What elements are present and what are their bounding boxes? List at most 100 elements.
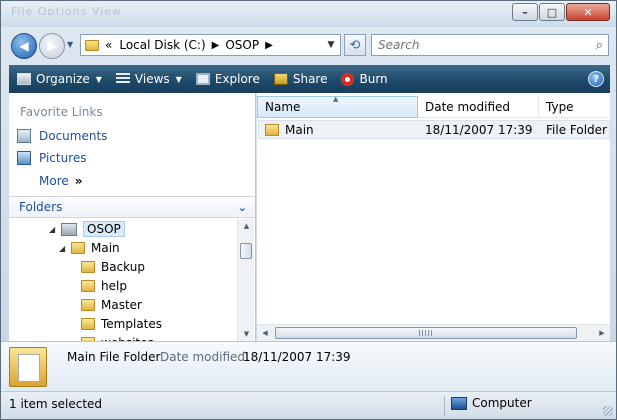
favorite-link-label: Documents — [39, 129, 108, 143]
breadcrumb-chevron-icon[interactable]: ▶ — [265, 40, 273, 51]
organize-icon — [17, 73, 31, 85]
tree-item-main[interactable]: ◢ Main — [59, 239, 120, 257]
expand-arrow-icon[interactable]: ◢ — [49, 225, 59, 234]
folder-icon — [81, 299, 95, 311]
share-label: Share — [292, 72, 328, 86]
selection-count: 1 item selected — [9, 397, 103, 411]
views-button[interactable]: Views ▼ — [115, 72, 182, 86]
details-name: Main File Folder — [67, 350, 161, 364]
details-date-value: 18/11/2007 17:39 — [243, 350, 351, 364]
maximize-button[interactable]: □ — [539, 3, 565, 21]
breadcrumb-overflow[interactable]: « — [105, 38, 112, 52]
favorite-link-label: Pictures — [39, 151, 87, 165]
status-divider — [444, 396, 445, 416]
help-button[interactable]: ? — [588, 71, 604, 87]
more-label: More — [39, 174, 69, 188]
search-icon[interactable]: ⌕ — [596, 38, 603, 53]
status-location: Computer — [451, 396, 532, 410]
share-icon — [273, 73, 288, 85]
favorite-link-documents[interactable]: Documents — [17, 129, 107, 143]
scroll-thumb[interactable] — [275, 327, 577, 339]
minimize-button[interactable]: – — [512, 3, 538, 21]
command-bar: Organize ▼ Views ▼ Explore Share Burn ? — [9, 65, 610, 93]
close-button[interactable]: ✕ — [566, 3, 610, 21]
navigation-pane: Favorite Links Documents Pictures More» … — [9, 93, 256, 341]
details-date-label: Date modified: — [160, 350, 250, 364]
expand-arrow-icon[interactable]: ◢ — [59, 244, 69, 253]
column-header-type[interactable]: Type — [539, 96, 610, 118]
tree-item-templates[interactable]: Templates — [81, 315, 162, 333]
forward-arrow-icon: ▶ — [47, 39, 57, 53]
scroll-right-icon[interactable]: ▶ — [594, 325, 610, 341]
burn-label: Burn — [359, 72, 388, 86]
scroll-up-icon[interactable]: ▲ — [238, 219, 255, 233]
refresh-button[interactable]: ⟲ — [344, 34, 366, 56]
views-icon — [115, 73, 130, 85]
explorer-window: File Options View – □ ✕ ◀ ▶ ▼ « Local Di… — [0, 0, 617, 420]
breadcrumb-local-disk[interactable]: Local Disk (C:) — [119, 38, 205, 52]
status-location-label: Computer — [472, 396, 532, 410]
scroll-left-icon[interactable]: ◀ — [257, 325, 273, 341]
search-input[interactable] — [378, 38, 578, 52]
tree-item-label: Templates — [101, 317, 163, 331]
breadcrumb-osop[interactable]: OSOP — [225, 38, 259, 52]
column-headers: ▲ Name Date modified Type — [257, 95, 610, 118]
tree-item-label: OSOP — [83, 221, 125, 237]
breadcrumb-chevron-icon[interactable]: ▶ — [212, 40, 220, 51]
file-list-horizontal-scrollbar[interactable]: ◀ ▶ — [257, 324, 610, 341]
folder-icon — [61, 222, 77, 236]
tree-vertical-scrollbar[interactable]: ▲ ▼ — [237, 219, 254, 341]
sort-ascending-icon: ▲ — [333, 95, 339, 103]
file-name: Main — [285, 122, 314, 137]
file-date: 18/11/2007 17:39 — [425, 122, 533, 137]
organize-button[interactable]: Organize ▼ — [17, 72, 102, 86]
resize-grip-icon[interactable] — [603, 406, 613, 416]
chevron-down-icon: ⌄ — [237, 200, 247, 214]
scroll-thumb[interactable] — [240, 243, 252, 259]
tree-item-label: Main — [91, 241, 120, 255]
tree-item-master[interactable]: Master — [81, 296, 142, 314]
file-row[interactable]: Main 18/11/2007 17:39 File Folder — [258, 120, 610, 139]
refresh-icon: ⟲ — [349, 37, 361, 53]
ghost-menu: File Options View — [11, 5, 122, 18]
folders-label: Folders — [19, 200, 63, 214]
views-label: Views — [134, 72, 170, 86]
file-name-cell: Main — [259, 123, 419, 137]
column-label: Name — [265, 100, 301, 114]
more-links-button[interactable]: More » — [39, 174, 83, 188]
address-dropdown-icon[interactable]: ▼ — [322, 40, 340, 50]
favorite-link-pictures[interactable]: Pictures — [17, 151, 87, 165]
tree-item-label: Backup — [101, 260, 145, 274]
explore-label: Explore — [214, 72, 260, 86]
search-box[interactable]: ⌕ — [371, 34, 609, 56]
address-bar[interactable]: « Local Disk (C:) ▶ OSOP ▶ ▼ — [80, 34, 341, 56]
folder-icon — [81, 261, 95, 273]
tree-item-websites[interactable]: ▷ websites — [69, 334, 154, 341]
column-header-date-modified[interactable]: Date modified — [418, 96, 539, 118]
address-row: ◀ ▶ ▼ « Local Disk (C:) ▶ OSOP ▶ ▼ ⟲ ⌕ — [1, 27, 616, 63]
tree-item-help[interactable]: help — [81, 277, 127, 295]
tree-item-osop[interactable]: ◢ OSOP — [49, 220, 125, 238]
tree-item-backup[interactable]: Backup — [81, 258, 145, 276]
burn-button[interactable]: Burn — [341, 72, 388, 86]
back-arrow-icon: ◀ — [19, 39, 29, 53]
computer-icon — [451, 396, 467, 410]
column-header-name[interactable]: ▲ Name — [257, 95, 418, 118]
large-folder-icon — [9, 347, 47, 387]
status-bar: 1 item selected Computer — [1, 391, 616, 419]
help-icon: ? — [593, 73, 599, 85]
forward-button[interactable]: ▶ — [39, 33, 65, 59]
folder-icon — [81, 280, 95, 292]
folders-toggle[interactable]: Folders ⌄ — [9, 196, 255, 218]
explore-button[interactable]: Explore — [195, 72, 260, 86]
scroll-down-icon[interactable]: ▼ — [238, 327, 255, 341]
folder-tree: ◢ OSOP ◢ Main Backup help Master Templat… — [9, 219, 237, 341]
chevron-down-icon: ▼ — [95, 74, 102, 84]
favorite-links-heading: Favorite Links — [20, 105, 103, 119]
explore-icon — [195, 73, 210, 85]
share-button[interactable]: Share — [273, 72, 328, 86]
back-button[interactable]: ◀ — [11, 33, 37, 59]
recent-pages-dropdown[interactable]: ▼ — [67, 40, 77, 50]
tree-item-label: help — [101, 279, 127, 293]
folder-icon — [265, 123, 279, 136]
